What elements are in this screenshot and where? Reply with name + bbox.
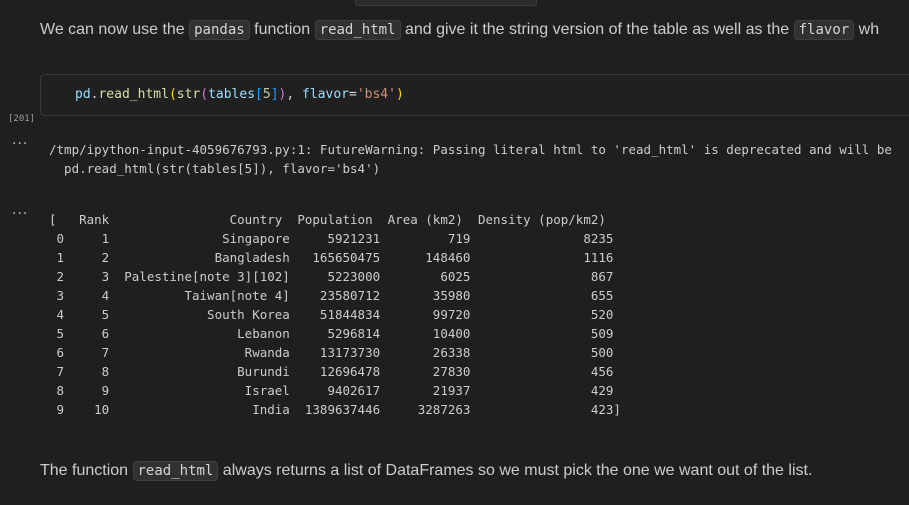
inline-code-flavor: flavor	[793, 20, 855, 40]
markdown-intro: We can now use the pandas function read_…	[40, 20, 880, 40]
output-more-icon-2[interactable]: ···	[12, 206, 28, 222]
token-tables: tables	[208, 87, 256, 102]
token-pd: pd	[75, 87, 91, 102]
token-paren-open-2: (	[200, 87, 209, 102]
notebook-page: We can now use the pandas function read_…	[0, 0, 909, 505]
token-equals: =	[348, 87, 357, 102]
dataframe-output: [ Rank Country Population Area (km2) Den…	[49, 212, 621, 417]
token-bracket-close: ]	[270, 87, 279, 102]
intro-text-3: and give it the string version of the ta…	[400, 21, 794, 38]
token-str: str	[176, 87, 201, 102]
inline-code-read-html: read_html	[314, 20, 401, 40]
token-comma: ,	[286, 87, 303, 102]
token-paren-close: )	[395, 87, 404, 102]
execution-count: [201]	[8, 114, 36, 124]
code-line[interactable]: pd.read_html(str(tables[5]), flavor='bs4…	[75, 87, 404, 102]
warning-output: /tmp/ipython-input-4059676793.py:1: Futu…	[49, 142, 892, 176]
token-read-html: read_html	[98, 87, 169, 102]
intro-text-4: wh	[854, 21, 880, 38]
token-flavor: flavor	[302, 87, 349, 102]
outro-text-1: The function	[40, 462, 133, 479]
intro-text-2: function	[249, 21, 315, 38]
inline-code-read-html-2: read_html	[132, 461, 219, 481]
token-index: 5	[262, 87, 271, 102]
code-cell-editor[interactable]: pd.read_html(str(tables[5]), flavor='bs4…	[40, 74, 909, 116]
previous-cell-fragment	[355, 0, 537, 6]
token-bracket-open: [	[255, 87, 263, 102]
token-paren-open: (	[168, 87, 177, 102]
outro-text-2: always returns a list of DataFrames so w…	[218, 462, 813, 479]
token-string-bs4: 'bs4'	[356, 87, 396, 102]
markdown-outro: The function read_html always returns a …	[40, 461, 813, 481]
output-more-icon[interactable]: ···	[12, 136, 28, 152]
intro-text-1: We can now use the	[40, 21, 190, 38]
inline-code-pandas: pandas	[189, 20, 250, 40]
